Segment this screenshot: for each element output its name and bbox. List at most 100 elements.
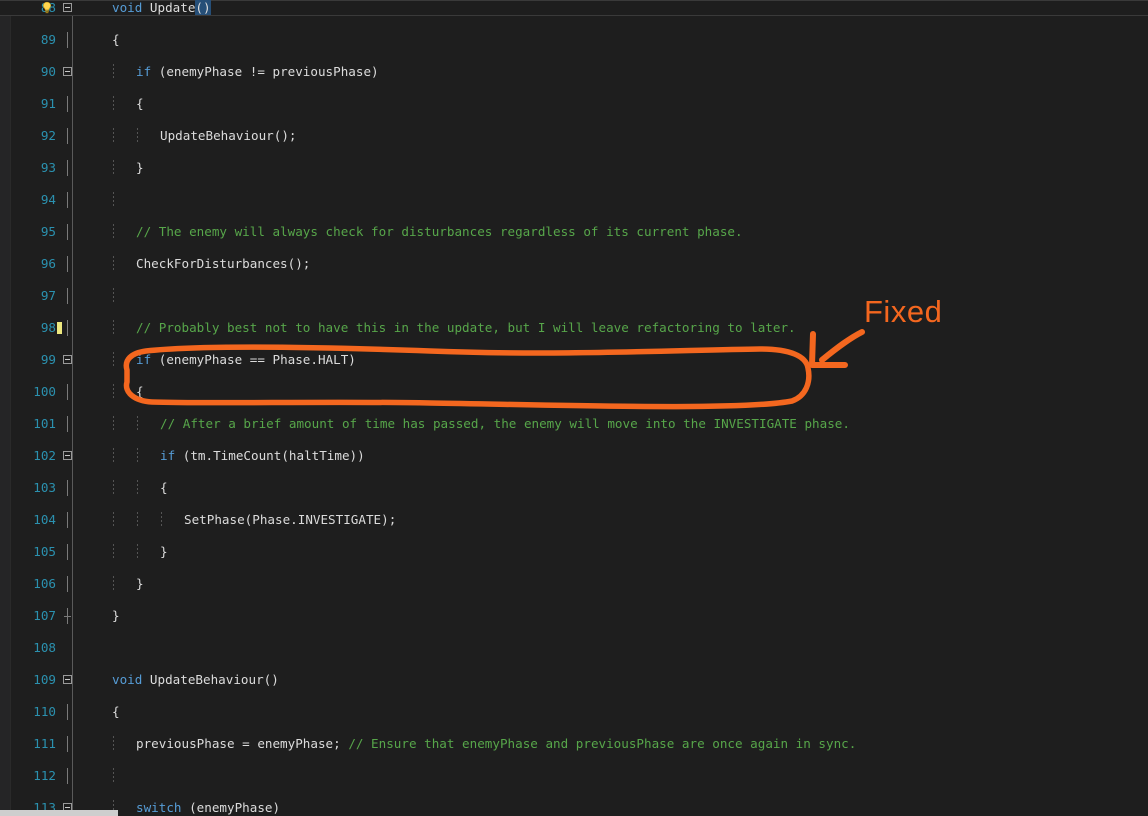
fold-toggle-icon[interactable] xyxy=(63,355,72,364)
fold-region-line xyxy=(67,512,68,528)
indent-guide xyxy=(113,224,114,240)
indent-guide xyxy=(113,320,114,336)
code-text[interactable]: { xyxy=(160,480,168,496)
code-line[interactable]: 92 UpdateBehaviour(); xyxy=(0,128,1148,144)
code-text[interactable]: CheckForDisturbances(); xyxy=(136,256,310,272)
code-line[interactable]: 113 switch (enemyPhase) xyxy=(0,800,1148,816)
line-number: 111 xyxy=(33,736,56,751)
indent-guide xyxy=(113,64,114,80)
code-text[interactable]: // The enemy will always check for distu… xyxy=(136,224,743,240)
horizontal-scrollbar[interactable] xyxy=(0,810,118,816)
code-line[interactable]: 111 previousPhase = enemyPhase; // Ensure… xyxy=(0,736,1148,752)
code-text[interactable]: // Probably best not to have this in the… xyxy=(136,320,796,336)
code-line[interactable]: 100 { xyxy=(0,384,1148,400)
line-number: 106 xyxy=(33,576,56,591)
code-text[interactable]: previousPhase = enemyPhase; // Ensure th… xyxy=(136,736,856,752)
code-line[interactable]: 95 // The enemy will always check for dis… xyxy=(0,224,1148,240)
lightbulb-icon[interactable] xyxy=(40,1,54,15)
code-line[interactable]: 96 CheckForDisturbances(); xyxy=(0,256,1148,272)
code-text[interactable]: void Update() xyxy=(112,0,211,16)
code-line[interactable]: 112 xyxy=(0,768,1148,784)
fold-toggle-icon[interactable] xyxy=(63,675,72,684)
code-text[interactable]: UpdateBehaviour(); xyxy=(160,128,296,144)
code-line[interactable]: 101 // After a brief amount of time has p… xyxy=(0,416,1148,432)
indent-guide xyxy=(113,96,114,112)
fold-region-line xyxy=(67,32,68,48)
fold-region-line xyxy=(67,480,68,496)
line-number: 112 xyxy=(33,768,56,783)
fold-toggle-icon[interactable] xyxy=(63,67,72,76)
indent-guide xyxy=(113,736,114,752)
code-line[interactable]: 108 xyxy=(0,640,1148,656)
indent-guide xyxy=(137,128,138,144)
indent-guide xyxy=(137,416,138,432)
code-line[interactable]: 102 if (tm.TimeCount(haltTime)) xyxy=(0,448,1148,464)
line-number: 110 xyxy=(33,704,56,719)
indent-guide xyxy=(113,576,114,592)
code-editor[interactable]: 88void Update() 89 { 90 if (enemyPhase != pr… xyxy=(0,0,1148,816)
fold-region-line xyxy=(67,160,68,176)
line-number: 101 xyxy=(33,416,56,431)
indent-guide xyxy=(113,512,114,528)
fold-toggle-icon[interactable] xyxy=(63,3,72,12)
code-line[interactable]: 98 // Probably best not to have this in t… xyxy=(0,320,1148,336)
indent-guide xyxy=(113,416,114,432)
code-text[interactable]: { xyxy=(112,32,120,48)
code-line[interactable]: 105} xyxy=(0,544,1148,560)
code-line[interactable]: 89 { xyxy=(0,32,1148,48)
line-number: 109 xyxy=(33,672,56,687)
line-number: 94 xyxy=(40,192,56,207)
line-number: 93 xyxy=(40,160,56,175)
code-text[interactable]: if (tm.TimeCount(haltTime)) xyxy=(160,448,365,464)
fold-region-end xyxy=(64,616,71,617)
line-number: 103 xyxy=(33,480,56,495)
code-text[interactable]: { xyxy=(136,384,144,400)
code-text[interactable]: // After a brief amount of time has pass… xyxy=(160,416,850,432)
indent-guide xyxy=(113,160,114,176)
indent-guide xyxy=(113,256,114,272)
code-line[interactable]: 97 xyxy=(0,288,1148,304)
annotation-label: Fixed xyxy=(864,294,943,329)
code-line[interactable]: 103 { xyxy=(0,480,1148,496)
code-text[interactable]: { xyxy=(136,96,144,112)
code-line[interactable]: 90 if (enemyPhase != previousPhase) xyxy=(0,64,1148,80)
code-line[interactable]: 99 if (enemyPhase == Phase.HALT) xyxy=(0,352,1148,368)
code-text[interactable]: if (enemyPhase == Phase.HALT) xyxy=(136,352,356,368)
fold-region-line xyxy=(67,384,68,400)
fold-region-line xyxy=(67,256,68,272)
code-text[interactable]: SetPhase(Phase.INVESTIGATE); xyxy=(184,512,396,528)
fold-toggle-icon[interactable] xyxy=(63,451,72,460)
indent-guide xyxy=(113,768,114,784)
line-number: 99 xyxy=(40,352,56,367)
code-text[interactable]: } xyxy=(136,576,144,592)
code-text[interactable]: } xyxy=(136,160,144,176)
code-line[interactable]: 110 { xyxy=(0,704,1148,720)
code-line[interactable]: 104 SetPhase(Phase.INVESTIGATE); xyxy=(0,512,1148,528)
code-text[interactable]: if (enemyPhase != previousPhase) xyxy=(136,64,379,80)
fold-region-line xyxy=(67,704,68,720)
indent-guide xyxy=(113,192,114,208)
code-line[interactable]: 94 xyxy=(0,192,1148,208)
line-number: 105 xyxy=(33,544,56,559)
code-text[interactable]: } xyxy=(160,544,168,560)
code-line[interactable]: 106} xyxy=(0,576,1148,592)
fold-region-line xyxy=(67,768,68,784)
fold-region-line xyxy=(67,544,68,560)
indent-guide xyxy=(113,288,114,304)
code-line[interactable]: 107} xyxy=(0,608,1148,624)
line-number: 100 xyxy=(33,384,56,399)
fold-region-line xyxy=(67,576,68,592)
indent-guide xyxy=(137,512,138,528)
fold-region-line xyxy=(67,416,68,432)
code-text[interactable]: } xyxy=(112,608,120,624)
code-text[interactable]: switch (enemyPhase) xyxy=(136,800,280,816)
code-line[interactable]: 88void Update() xyxy=(0,0,1148,16)
code-line[interactable]: 109 void UpdateBehaviour() xyxy=(0,672,1148,688)
fold-region-line xyxy=(67,192,68,208)
code-text[interactable]: { xyxy=(112,704,120,720)
code-text[interactable]: void UpdateBehaviour() xyxy=(112,672,279,688)
fold-region-line xyxy=(67,96,68,112)
code-line[interactable]: 93} xyxy=(0,160,1148,176)
code-line[interactable]: 91 { xyxy=(0,96,1148,112)
code-lines-container[interactable]: 88void Update() 89 { 90 if (enemyPhase != pr… xyxy=(0,0,1148,816)
